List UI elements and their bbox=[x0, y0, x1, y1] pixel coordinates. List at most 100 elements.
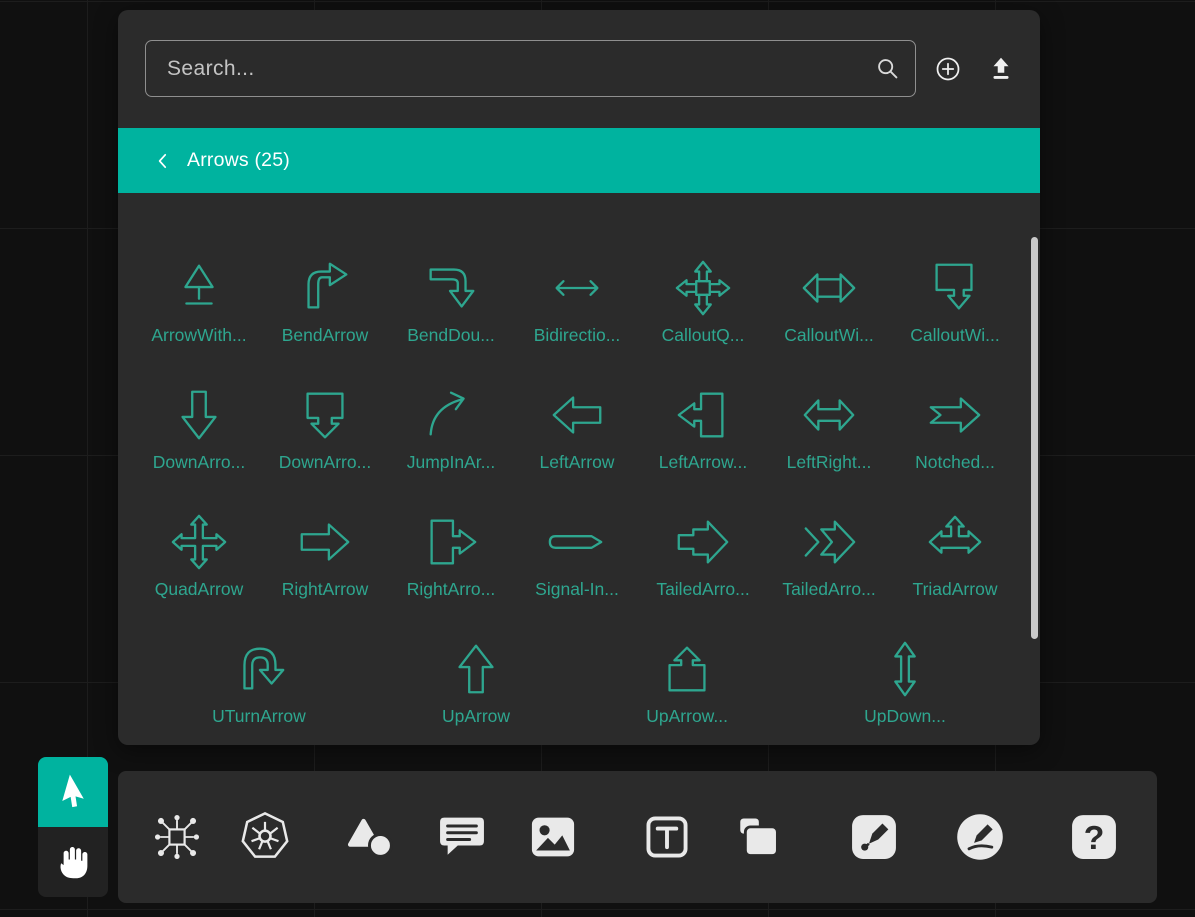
shape-item-label: TailedArro... bbox=[782, 579, 875, 600]
brush-icon bbox=[953, 810, 1007, 864]
tool-image-button[interactable] bbox=[524, 808, 582, 866]
shape-item-tailed-arrow-2[interactable]: TailedArro... bbox=[782, 511, 875, 600]
text-icon bbox=[640, 810, 694, 864]
shape-item-jump-in-arrow[interactable]: JumpInAr... bbox=[407, 384, 496, 473]
shape-item-label: RightArro... bbox=[407, 579, 496, 600]
shape-item-label: QuadArrow bbox=[155, 579, 244, 600]
shape-grid: ArrowWith... BendArrow BendDou... Bidirecti… bbox=[118, 257, 1040, 600]
quad-arrow-icon bbox=[168, 511, 230, 573]
canvas-background[interactable]: Arrows (25) ArrowWith... BendArrow BendDou… bbox=[0, 0, 1195, 917]
category-header[interactable]: Arrows (25) bbox=[118, 128, 1040, 193]
shape-item-u-turn-arrow[interactable]: UTurnArrow bbox=[212, 638, 306, 727]
tool-text-button[interactable] bbox=[638, 808, 696, 866]
shape-item-triad-arrow[interactable]: TriadArrow bbox=[913, 511, 998, 600]
left-arrow-icon bbox=[546, 384, 608, 446]
shape-item-callout-quad-arrow[interactable]: CalloutQ... bbox=[662, 257, 745, 346]
tailed-arrow-2-icon bbox=[798, 511, 860, 573]
shape-item-label: RightArrow bbox=[282, 579, 369, 600]
shape-item-right-arrow[interactable]: RightArrow bbox=[282, 511, 369, 600]
tool-help-button[interactable]: ? bbox=[1065, 808, 1123, 866]
back-chevron-icon[interactable] bbox=[154, 151, 172, 171]
shape-item-down-arrow-callout[interactable]: DownArro... bbox=[279, 384, 371, 473]
shape-item-label: ArrowWith... bbox=[151, 325, 246, 346]
bend-arrow-icon bbox=[294, 257, 356, 319]
signal-in-icon bbox=[546, 511, 608, 573]
search-icon bbox=[873, 54, 903, 84]
shape-item-arrow-with-base[interactable]: ArrowWith... bbox=[151, 257, 246, 346]
shape-item-label: Signal-In... bbox=[535, 579, 619, 600]
tool-cursor-button[interactable] bbox=[38, 757, 108, 827]
shape-grid-last-row: UTurnArrow UpArrow UpArrow... UpDown... bbox=[118, 638, 1040, 727]
shape-item-label: LeftRight... bbox=[787, 452, 872, 473]
callout-down-arrow-icon bbox=[924, 257, 986, 319]
shape-item-label: TailedArro... bbox=[656, 579, 749, 600]
tool-pen-button[interactable] bbox=[845, 808, 903, 866]
tool-comment-button[interactable] bbox=[433, 808, 491, 866]
scrollbar-thumb[interactable] bbox=[1031, 237, 1038, 639]
shape-item-label: UTurnArrow bbox=[212, 706, 306, 727]
shape-item-up-arrow[interactable]: UpArrow bbox=[442, 638, 510, 727]
down-arrow-icon bbox=[168, 384, 230, 446]
right-arrow-callout-icon bbox=[420, 511, 482, 573]
plus-circle-icon bbox=[934, 55, 962, 83]
tool-hand-button[interactable] bbox=[38, 827, 108, 897]
shape-item-label: TriadArrow bbox=[913, 579, 998, 600]
tool-note-button[interactable] bbox=[729, 808, 787, 866]
up-arrow-icon bbox=[445, 638, 507, 700]
publish-button[interactable] bbox=[986, 54, 1016, 84]
search-box bbox=[145, 40, 916, 97]
shape-item-label: CalloutWi... bbox=[910, 325, 999, 346]
shape-item-bend-double-arrow[interactable]: BendDou... bbox=[407, 257, 495, 346]
tool-brush-button[interactable] bbox=[951, 808, 1009, 866]
shape-item-label: LeftArrow... bbox=[659, 452, 748, 473]
shape-item-left-arrow[interactable]: LeftArrow bbox=[540, 384, 615, 473]
shape-item-left-arrow-callout[interactable]: LeftArrow... bbox=[659, 384, 748, 473]
shape-item-up-down-arrow[interactable]: UpDown... bbox=[864, 638, 946, 727]
shape-item-label: CalloutWi... bbox=[784, 325, 873, 346]
shape-item-label: BendArrow bbox=[282, 325, 369, 346]
shape-item-left-right-arrow[interactable]: LeftRight... bbox=[787, 384, 872, 473]
left-right-arrow-icon bbox=[798, 384, 860, 446]
shape-item-label: DownArro... bbox=[279, 452, 371, 473]
up-down-arrow-icon bbox=[874, 638, 936, 700]
tool-kubernetes-button[interactable] bbox=[236, 808, 294, 866]
help-icon: ? bbox=[1067, 810, 1121, 864]
shape-item-notched-arrow[interactable]: Notched... bbox=[915, 384, 995, 473]
shape-library-panel: Arrows (25) ArrowWith... BendArrow BendDou… bbox=[118, 10, 1040, 745]
shapes-icon bbox=[345, 810, 399, 864]
callout-width-arrow-icon bbox=[798, 257, 860, 319]
shape-item-bidirectional-arrow[interactable]: Bidirectio... bbox=[534, 257, 621, 346]
shape-item-label: LeftArrow bbox=[540, 452, 615, 473]
callout-quad-arrow-icon bbox=[672, 257, 734, 319]
tool-shapes-button[interactable] bbox=[343, 808, 401, 866]
kubernetes-icon bbox=[238, 810, 292, 864]
shape-item-label: UpDown... bbox=[864, 706, 946, 727]
hand-icon bbox=[53, 842, 93, 882]
note-icon bbox=[731, 810, 785, 864]
shape-item-label: UpArrow bbox=[442, 706, 510, 727]
shape-item-signal-in[interactable]: Signal-In... bbox=[535, 511, 619, 600]
search-input[interactable] bbox=[146, 41, 915, 96]
cursor-icon bbox=[53, 772, 93, 812]
shape-item-label: JumpInAr... bbox=[407, 452, 496, 473]
shape-item-tailed-arrow[interactable]: TailedArro... bbox=[656, 511, 749, 600]
bottom-toolbar: ? bbox=[118, 771, 1157, 903]
shape-item-down-arrow[interactable]: DownArro... bbox=[153, 384, 245, 473]
shape-item-right-arrow-callout[interactable]: RightArro... bbox=[407, 511, 496, 600]
comment-icon bbox=[435, 810, 489, 864]
u-turn-arrow-icon bbox=[228, 638, 290, 700]
shape-item-label: CalloutQ... bbox=[662, 325, 745, 346]
left-arrow-callout-icon bbox=[672, 384, 734, 446]
shape-item-callout-down-arrow[interactable]: CalloutWi... bbox=[910, 257, 999, 346]
add-shape-button[interactable] bbox=[934, 55, 962, 83]
shape-item-label: Notched... bbox=[915, 452, 995, 473]
shape-item-bend-arrow[interactable]: BendArrow bbox=[282, 257, 369, 346]
shape-item-callout-width-arrow[interactable]: CalloutWi... bbox=[784, 257, 873, 346]
shape-item-up-arrow-callout[interactable]: UpArrow... bbox=[646, 638, 728, 727]
shape-item-quad-arrow[interactable]: QuadArrow bbox=[155, 511, 244, 600]
shape-item-label: Bidirectio... bbox=[534, 325, 621, 346]
pointer-tools bbox=[38, 757, 108, 897]
shape-item-label: UpArrow... bbox=[646, 706, 728, 727]
category-title: Arrows (25) bbox=[187, 149, 290, 172]
tool-mesh-button[interactable] bbox=[148, 808, 206, 866]
